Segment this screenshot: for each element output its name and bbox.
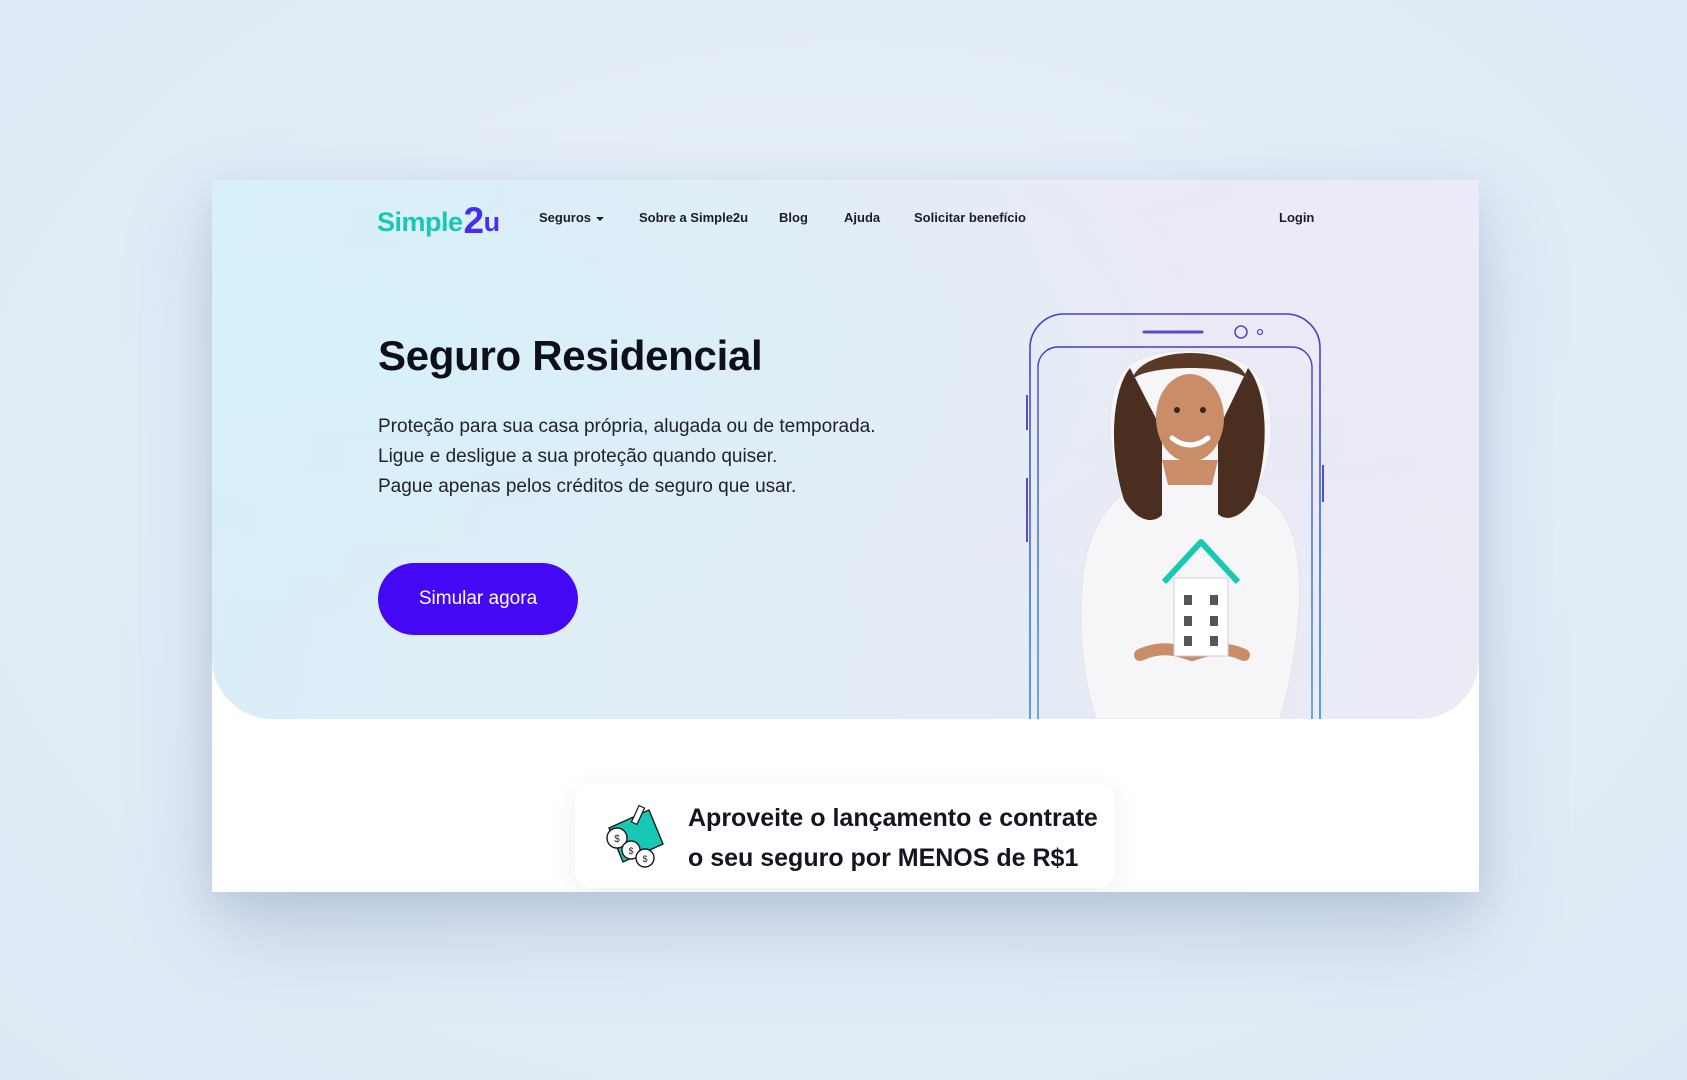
top-navigation: Simple 2 u Seguros Sobre a Simple2u Blog A…: [212, 180, 1479, 260]
hero-section: Simple 2 u Seguros Sobre a Simple2u Blog A…: [212, 180, 1479, 719]
chevron-down-icon: [596, 216, 605, 221]
logo-text-2: 2: [463, 200, 485, 241]
logo-text-simple: Simple: [377, 207, 463, 237]
simple2u-logo[interactable]: Simple 2 u: [377, 198, 501, 241]
coins-money-icon: $ $ $: [606, 804, 664, 868]
woman-holding-house-illustration: [1026, 313, 1324, 719]
svg-text:$: $: [614, 834, 620, 845]
nav-item-label: Seguros: [539, 210, 592, 225]
browser-page: Simple 2 u Seguros Sobre a Simple2u Blog A…: [212, 180, 1479, 892]
simular-agora-button[interactable]: Simular agora: [378, 563, 578, 635]
nav-item-seguros[interactable]: Seguros: [539, 210, 605, 225]
svg-text:$: $: [642, 854, 647, 864]
login-link[interactable]: Login: [1279, 210, 1314, 225]
promo-banner[interactable]: $ $ $ Aproveite o lançamento e contrate …: [575, 784, 1115, 888]
hero-line: Proteção para sua casa própria, alugada …: [378, 416, 876, 437]
woman-photo: [1080, 350, 1301, 719]
nav-item-blog[interactable]: Blog: [779, 210, 808, 225]
promo-line: Aproveite o lançamento e contrate: [688, 804, 1098, 832]
hero-description: Proteção para sua casa própria, alugada …: [378, 412, 876, 502]
hero-line: Pague apenas pelos créditos de seguro qu…: [378, 476, 797, 497]
nav-item-ajuda[interactable]: Ajuda: [844, 210, 880, 225]
svg-text:$: $: [628, 846, 633, 856]
nav-item-sobre[interactable]: Sobre a Simple2u: [639, 210, 748, 225]
logo-text-u: u: [483, 207, 501, 237]
promo-line: o seu seguro por MENOS de R$1: [688, 844, 1079, 872]
page-title: Seguro Residencial: [378, 332, 763, 379]
hero-line: Ligue e desligue a sua proteção quando q…: [378, 446, 778, 467]
nav-item-solicitar-beneficio[interactable]: Solicitar benefício: [914, 210, 1026, 225]
promo-text: Aproveite o lançamento e contrate o seu …: [688, 798, 1098, 878]
